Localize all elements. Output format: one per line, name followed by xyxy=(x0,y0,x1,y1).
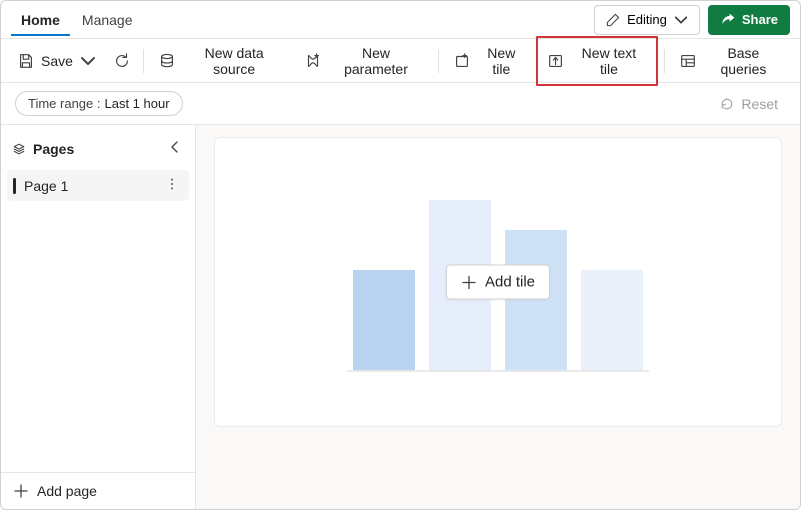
sidebar-header: Pages xyxy=(1,125,195,170)
canvas-area: Add tile xyxy=(196,125,800,509)
refresh-button[interactable] xyxy=(107,46,137,76)
add-tile-label: Add tile xyxy=(485,274,535,291)
page-item-more-button[interactable] xyxy=(163,177,181,194)
pages-icon xyxy=(11,141,27,157)
sidebar-title: Pages xyxy=(33,141,74,157)
filter-bar: Time range : Last 1 hour Reset xyxy=(1,83,800,125)
text-tile-icon xyxy=(547,52,565,70)
editing-label: Editing xyxy=(627,12,667,27)
top-bar: Home Manage Editing Share xyxy=(1,1,800,39)
tab-home[interactable]: Home xyxy=(11,4,70,36)
new-text-tile-button[interactable]: New text tile xyxy=(539,40,655,82)
new-parameter-label: New parameter xyxy=(328,45,423,77)
parameter-icon xyxy=(304,52,322,70)
toolbar: Save New data source New parameter xyxy=(1,39,800,83)
reset-label: Reset xyxy=(741,96,778,112)
tab-manage[interactable]: Manage xyxy=(72,4,143,36)
add-page-button[interactable]: Add page xyxy=(1,472,195,509)
body: Pages Page 1 Add page xyxy=(1,125,800,509)
new-text-tile-label: New text tile xyxy=(571,45,647,77)
new-tile-button[interactable]: New tile xyxy=(445,40,534,82)
new-parameter-button[interactable]: New parameter xyxy=(296,40,431,82)
pages-sidebar: Pages Page 1 Add page xyxy=(1,125,196,509)
more-vertical-icon xyxy=(165,177,179,191)
queries-icon xyxy=(679,52,697,70)
undo-icon xyxy=(719,96,735,112)
app-root: Home Manage Editing Share Save xyxy=(0,0,801,510)
ribbon-tabs: Home Manage xyxy=(11,4,143,36)
toolbar-separator xyxy=(143,49,144,73)
save-button[interactable]: Save xyxy=(9,47,105,75)
new-data-source-label: New data source xyxy=(182,45,286,77)
share-button[interactable]: Share xyxy=(708,5,790,35)
save-icon xyxy=(17,52,35,70)
pencil-icon xyxy=(605,12,621,28)
time-range-label: Time range : xyxy=(28,96,101,111)
chevron-down-icon xyxy=(673,12,689,28)
share-label: Share xyxy=(742,12,778,27)
page-item[interactable]: Page 1 xyxy=(7,170,189,201)
chevron-down-icon xyxy=(79,52,97,70)
toolbar-separator xyxy=(664,49,665,73)
time-range-pill[interactable]: Time range : Last 1 hour xyxy=(15,91,183,116)
base-queries-label: Base queries xyxy=(703,45,784,77)
plus-icon xyxy=(461,274,477,290)
highlight-new-text-tile: New text tile xyxy=(536,36,658,86)
collapse-sidebar-button[interactable] xyxy=(163,135,187,162)
dashboard-card: Add tile xyxy=(214,137,782,427)
share-icon xyxy=(720,12,736,28)
editing-mode-button[interactable]: Editing xyxy=(594,5,700,35)
page-item-label: Page 1 xyxy=(24,178,68,194)
chart-bar xyxy=(353,270,415,370)
chart-bar xyxy=(581,270,643,370)
time-range-value: Last 1 hour xyxy=(105,96,170,111)
base-queries-button[interactable]: Base queries xyxy=(671,40,792,82)
save-label: Save xyxy=(41,53,73,69)
database-icon xyxy=(158,52,176,70)
new-data-source-button[interactable]: New data source xyxy=(150,40,294,82)
new-tile-label: New tile xyxy=(477,45,526,77)
plus-icon xyxy=(13,483,29,499)
add-tile-button[interactable]: Add tile xyxy=(446,265,550,300)
page-list: Page 1 xyxy=(1,170,195,201)
add-page-label: Add page xyxy=(37,483,97,499)
chart-bar xyxy=(505,230,567,370)
tile-icon xyxy=(453,52,471,70)
chevron-left-icon xyxy=(167,139,183,155)
refresh-icon xyxy=(113,52,131,70)
reset-button[interactable]: Reset xyxy=(711,92,786,116)
toolbar-separator xyxy=(438,49,439,73)
